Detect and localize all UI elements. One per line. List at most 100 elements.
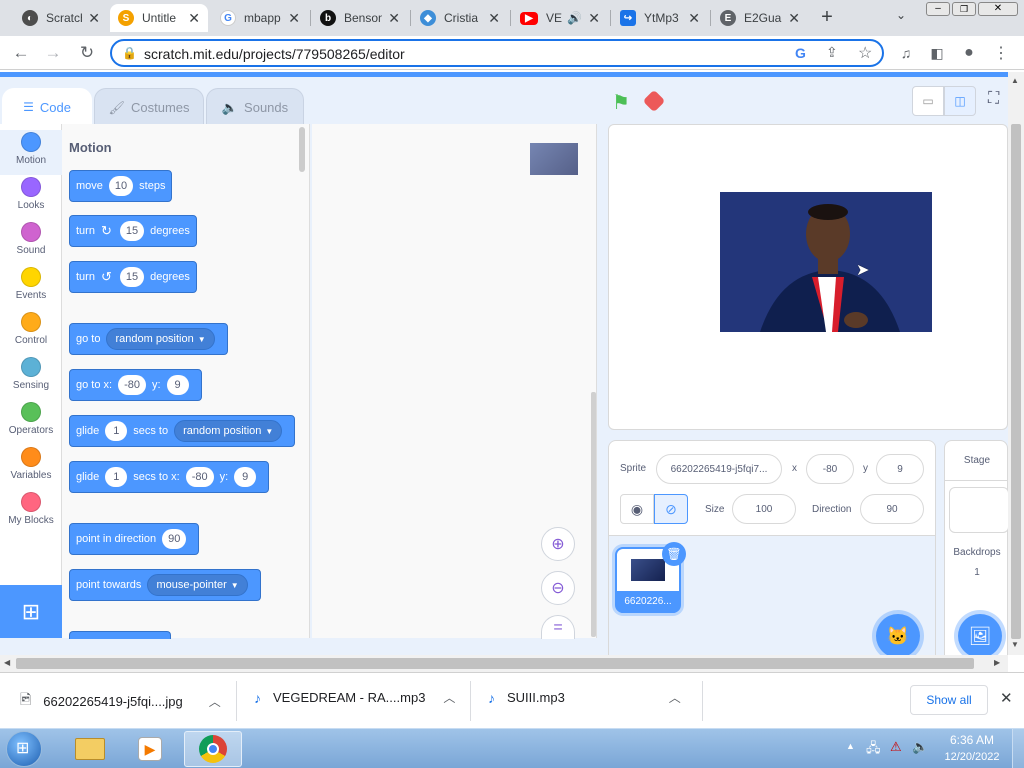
file-explorer-taskbar-button[interactable] xyxy=(62,731,118,767)
block-move-steps[interactable]: move 10 steps xyxy=(69,170,173,202)
close-tab-icon[interactable]: ✕ xyxy=(288,10,300,27)
close-window-icon[interactable]: ✕ xyxy=(978,2,1018,16)
sprite-photo[interactable] xyxy=(720,192,932,332)
media-control-icon[interactable]: ♫ xyxy=(895,42,917,64)
category-control[interactable]: Control xyxy=(0,310,62,355)
browser-tab[interactable]: ↪ YtMp3 ✕ xyxy=(612,4,708,32)
battery-warning-icon[interactable]: ⚠ xyxy=(890,739,902,755)
speaker-icon[interactable]: 🔊 xyxy=(567,11,582,25)
block-input[interactable]: 90 xyxy=(162,529,187,549)
sprite-name-field[interactable]: 66202265419-j5fqi7... xyxy=(656,454,782,484)
block-point-in-direction[interactable]: point in direction 90 xyxy=(69,523,200,555)
block-go-to-xy[interactable]: go to x: -80 y: 9 xyxy=(69,369,202,401)
category-looks[interactable]: Looks xyxy=(0,175,62,220)
address-bar[interactable]: 🔒 scratch.mit.edu/projects/779508265/edi… xyxy=(110,39,884,67)
size-field[interactable]: 100 xyxy=(732,494,796,524)
category-variables[interactable]: Variables xyxy=(0,445,62,490)
block-input[interactable]: 1 xyxy=(105,421,128,441)
google-lens-icon[interactable]: G xyxy=(795,45,806,61)
browser-tab[interactable]: b Benson ✕ xyxy=(312,4,408,32)
restore-window-icon[interactable]: ❐ xyxy=(952,2,976,16)
browser-tab-active[interactable]: S Untitle ✕ xyxy=(110,4,208,32)
green-flag-icon[interactable]: ⚑ xyxy=(612,90,630,115)
browser-tab[interactable]: ▶ VE 🔊 ✕ xyxy=(512,4,608,32)
x-field[interactable]: -80 xyxy=(806,454,854,484)
zoom-in-button[interactable]: ⊕ xyxy=(541,527,575,561)
block-input[interactable]: 10 xyxy=(108,176,134,196)
download-item[interactable]: 🖻 66202265419-j5fqi....jpg ︿ xyxy=(20,689,221,713)
scroll-right-arrow-icon[interactable]: ▶ xyxy=(994,658,1000,667)
category-sound[interactable]: Sound xyxy=(0,220,62,265)
block-input[interactable]: -80 xyxy=(185,467,214,487)
tab-sounds[interactable]: 🔈 Sounds xyxy=(206,88,304,126)
fullscreen-icon[interactable]: ⛶ xyxy=(988,90,999,108)
block-go-to[interactable]: go to random position ▼ xyxy=(69,323,228,355)
block-input[interactable]: 9 xyxy=(166,375,189,395)
delete-sprite-icon[interactable]: 🗑 xyxy=(662,542,686,566)
workspace-scrollbar[interactable] xyxy=(591,392,596,637)
browser-menu-icon[interactable]: ⋮ xyxy=(990,42,1012,64)
zoom-out-button[interactable]: ⊖ xyxy=(541,571,575,605)
side-panel-icon[interactable]: ◧ xyxy=(926,42,948,64)
hide-sprite-button[interactable]: ⊘ xyxy=(654,494,688,524)
add-extension-button[interactable]: ⊞ xyxy=(0,585,62,638)
browser-tab[interactable]: ◆ Cristia ✕ xyxy=(412,4,508,32)
tab-code[interactable]: ☰ Code xyxy=(2,88,92,126)
clock-date[interactable]: 12/20/2022 xyxy=(940,751,1004,763)
block-input[interactable]: -80 xyxy=(118,375,146,395)
close-download-shelf-icon[interactable]: ✕ xyxy=(1000,689,1013,707)
new-tab-plus-icon[interactable]: + xyxy=(816,6,838,28)
close-tab-icon[interactable]: ✕ xyxy=(688,10,700,27)
browser-tab[interactable]: E E2Gua ✕ xyxy=(712,4,808,32)
bookmark-star-icon[interactable]: ☆ xyxy=(858,43,872,63)
start-button[interactable]: ⊞ xyxy=(6,731,42,767)
block-input[interactable]: 15 xyxy=(119,221,145,241)
close-tab-icon[interactable]: ✕ xyxy=(88,10,100,27)
page-horizontal-scrollbar[interactable]: ◀ ▶ xyxy=(0,655,1008,672)
block-turn-left[interactable]: turn ↺ 15 degrees xyxy=(69,261,197,293)
back-arrow-icon[interactable]: ← xyxy=(10,42,32,64)
scroll-up-arrow-icon[interactable]: ▲ xyxy=(1011,76,1019,85)
minimize-window-icon[interactable]: – xyxy=(926,2,950,16)
browser-tab[interactable]: G mbapp ✕ xyxy=(212,4,308,32)
scroll-left-arrow-icon[interactable]: ◀ xyxy=(4,658,10,667)
category-my-blocks[interactable]: My Blocks xyxy=(0,490,62,535)
show-sprite-button[interactable]: ◉ xyxy=(620,494,654,524)
tab-search-chevron-icon[interactable]: ⌄ xyxy=(896,8,906,22)
tab-costumes[interactable]: 🖌 Costumes xyxy=(94,88,204,126)
volume-icon[interactable]: 🔈 xyxy=(912,739,928,755)
download-item[interactable]: ♪ SUIII.mp3 ︿ xyxy=(488,689,681,706)
chrome-taskbar-button[interactable] xyxy=(184,731,242,767)
palette-scrollbar[interactable] xyxy=(299,127,305,172)
block-dropdown[interactable]: random position ▼ xyxy=(106,328,215,350)
category-sensing[interactable]: Sensing xyxy=(0,355,62,400)
profile-avatar-icon[interactable]: ● xyxy=(958,42,980,64)
browser-tab[interactable]: ◐ Scratch ✕ xyxy=(14,4,108,32)
download-item[interactable]: ♪ VEGEDREAM - RA....mp3 ︿ xyxy=(254,689,455,706)
block-input[interactable]: 15 xyxy=(119,267,145,287)
show-desktop-button[interactable] xyxy=(1012,729,1024,768)
block-turn-right[interactable]: turn ↻ 15 degrees xyxy=(69,215,197,247)
category-events[interactable]: Events xyxy=(0,265,62,310)
chevron-up-icon[interactable]: ︿ xyxy=(209,693,221,710)
clock-time[interactable]: 6:36 AM xyxy=(940,733,1004,747)
show-all-button[interactable]: Show all xyxy=(910,685,988,715)
close-tab-icon[interactable]: ✕ xyxy=(788,10,800,27)
small-stage-button[interactable]: ▭ xyxy=(912,86,944,116)
close-tab-icon[interactable]: ✕ xyxy=(488,10,500,27)
close-tab-icon[interactable]: ✕ xyxy=(188,10,200,27)
choose-sprite-button[interactable]: 🐱 xyxy=(876,614,920,658)
category-operators[interactable]: Operators xyxy=(0,400,62,445)
media-player-taskbar-button[interactable]: ▶ xyxy=(122,731,178,767)
code-workspace[interactable] xyxy=(312,124,597,638)
stage-thumbnail[interactable] xyxy=(949,487,1009,533)
horizontal-scroll-thumb[interactable] xyxy=(16,658,974,669)
category-motion[interactable]: Motion xyxy=(0,130,62,175)
chevron-up-icon[interactable]: ︿ xyxy=(669,689,681,706)
direction-field[interactable]: 90 xyxy=(860,494,924,524)
reload-icon[interactable]: ↻ xyxy=(76,42,98,64)
forward-arrow-icon[interactable]: → xyxy=(42,42,64,64)
y-field[interactable]: 9 xyxy=(876,454,924,484)
close-tab-icon[interactable]: ✕ xyxy=(388,10,400,27)
network-icon[interactable]: 🖧 xyxy=(866,739,881,761)
